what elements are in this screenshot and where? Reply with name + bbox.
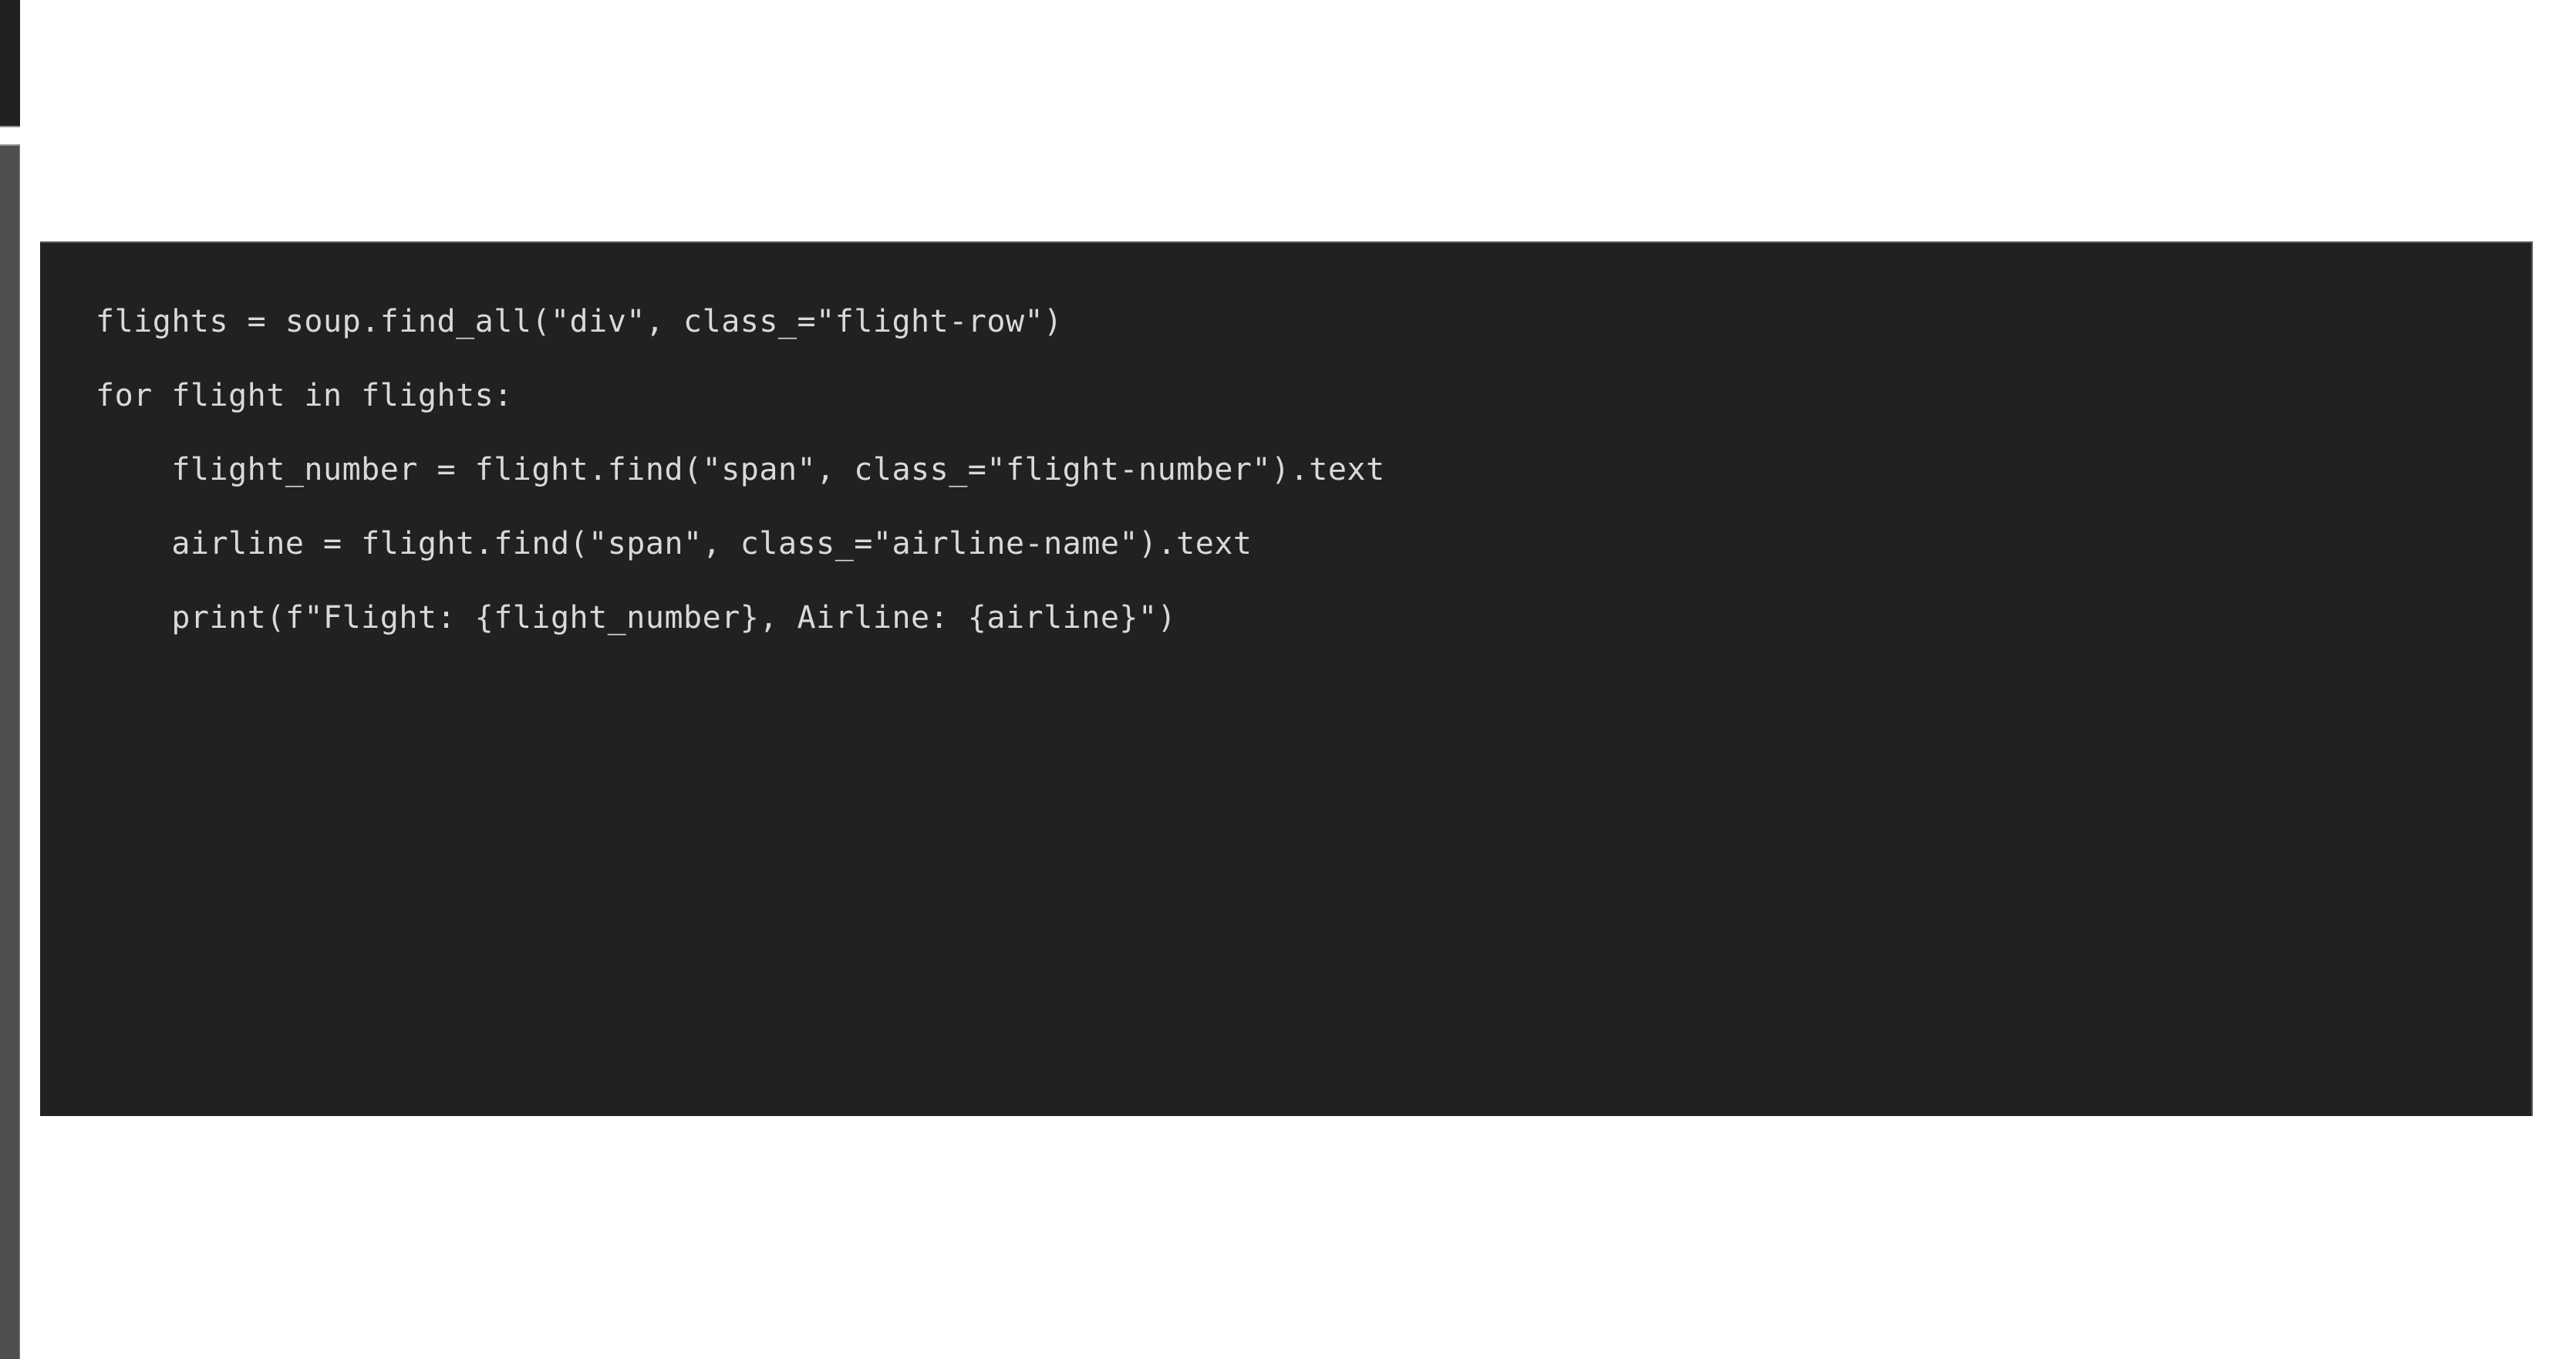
code-line: print(f"Flight: {flight_number}, Airline… — [96, 600, 1177, 636]
page-canvas: flights = soup.find_all("div", class_="f… — [0, 0, 2576, 1359]
code-lines-container: flights = soup.find_all("div", class_="f… — [96, 285, 2531, 655]
scrollbar-top-cap[interactable] — [0, 0, 20, 127]
vertical-scrollbar-track[interactable] — [0, 0, 20, 1359]
code-line: for flight in flights: — [96, 378, 513, 413]
code-block: flights = soup.find_all("div", class_="f… — [40, 241, 2533, 1116]
code-line: airline = flight.find("span", class_="ai… — [96, 526, 1253, 561]
vertical-scrollbar-thumb[interactable] — [0, 144, 20, 1359]
code-line: flights = soup.find_all("div", class_="f… — [96, 304, 1063, 339]
code-line: flight_number = flight.find("span", clas… — [96, 452, 1385, 487]
